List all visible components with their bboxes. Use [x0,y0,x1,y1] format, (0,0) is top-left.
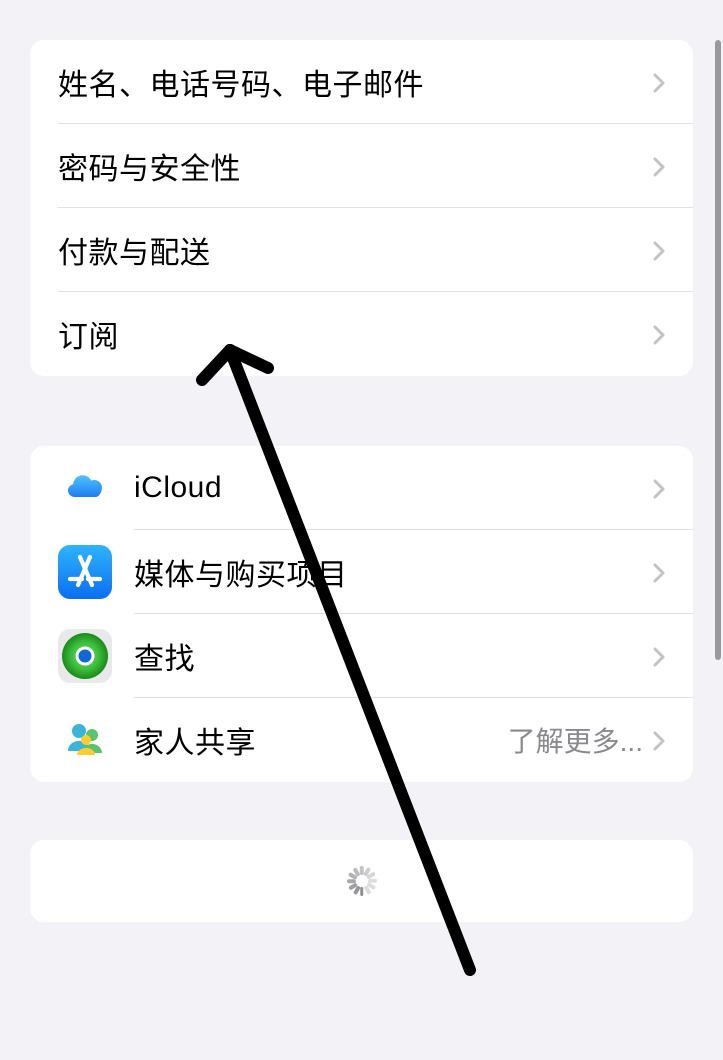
services-section: iCloud 媒体与购买项目 [30,446,693,782]
media-purchases-row[interactable]: 媒体与购买项目 [30,530,693,614]
settings-container: 姓名、电话号码、电子邮件 密码与安全性 付款与配送 订阅 [0,40,723,922]
icloud-icon [58,461,112,515]
row-label: 订阅 [58,312,653,356]
findmy-icon [58,629,112,683]
password-security-row[interactable]: 密码与安全性 [30,124,693,208]
chevron-right-icon [653,563,671,581]
chevron-right-icon [653,647,671,665]
subscriptions-row[interactable]: 订阅 [30,292,693,376]
find-my-row[interactable]: 查找 [30,614,693,698]
row-label: 媒体与购买项目 [134,550,653,594]
chevron-right-icon [653,325,671,343]
family-icon [58,713,112,767]
payment-shipping-row[interactable]: 付款与配送 [30,208,693,292]
chevron-right-icon [653,241,671,259]
row-label: 家人共享 [134,718,508,762]
row-label: 付款与配送 [58,228,653,272]
row-detail: 了解更多... [508,720,643,760]
row-label: iCloud [134,471,653,505]
scrollbar[interactable] [715,40,721,660]
account-section: 姓名、电话号码、电子邮件 密码与安全性 付款与配送 订阅 [30,40,693,376]
spinner-icon [347,866,377,896]
family-sharing-row[interactable]: 家人共享 了解更多... [30,698,693,782]
row-label: 查找 [134,634,653,678]
row-label: 姓名、电话号码、电子邮件 [58,60,653,104]
chevron-right-icon [653,731,671,749]
chevron-right-icon [653,479,671,497]
row-label: 密码与安全性 [58,144,653,188]
loading-section [30,840,693,922]
icloud-row[interactable]: iCloud [30,446,693,530]
name-phone-email-row[interactable]: 姓名、电话号码、电子邮件 [30,40,693,124]
chevron-right-icon [653,157,671,175]
appstore-icon [58,545,112,599]
chevron-right-icon [653,73,671,91]
